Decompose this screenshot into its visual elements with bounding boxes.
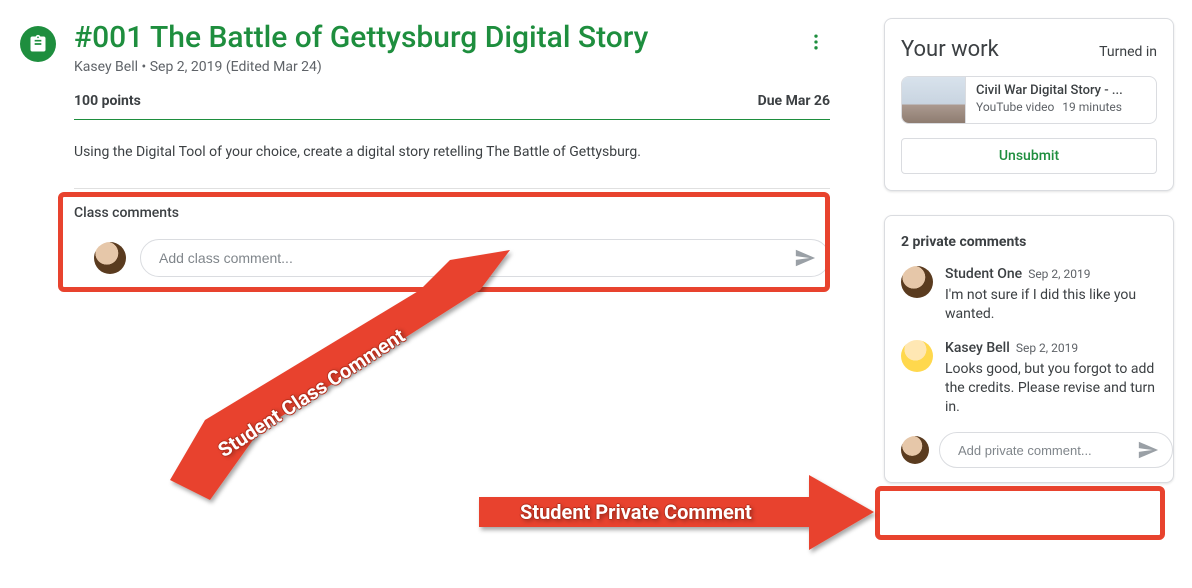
- avatar: [901, 340, 933, 372]
- comments-divider: [74, 188, 830, 189]
- attachment-title: Civil War Digital Story - ...: [976, 83, 1146, 98]
- send-icon: [1137, 439, 1159, 461]
- unsubmit-button[interactable]: Unsubmit: [901, 138, 1157, 174]
- more-actions-button[interactable]: [802, 28, 830, 56]
- private-comment-author: Kasey Bell: [945, 340, 1010, 356]
- class-comment-send-button[interactable]: [791, 244, 819, 272]
- header-row: #001 The Battle of Gettysburg Digital St…: [20, 20, 850, 75]
- title-block: #001 The Battle of Gettysburg Digital St…: [74, 20, 784, 75]
- class-comments-heading: Class comments: [74, 205, 830, 221]
- avatar: [94, 242, 126, 274]
- attachment-kind: YouTube video: [976, 100, 1054, 114]
- assignment-author: Kasey Bell: [74, 59, 138, 75]
- class-comments-section: Class comments: [74, 201, 830, 277]
- private-comment-item: Kasey Bell Sep 2, 2019 Looks good, but you…: [901, 340, 1157, 417]
- private-comment-row: [901, 432, 1157, 468]
- header-divider: [74, 119, 830, 120]
- private-comment-date: Sep 2, 2019: [1028, 267, 1090, 281]
- private-comment-text: I'm not sure if I did this like you want…: [945, 286, 1157, 324]
- private-comment-item: Student One Sep 2, 2019 I'm not sure if I …: [901, 266, 1157, 324]
- private-comment-text: Looks good, but you forgot to add the cr…: [945, 360, 1157, 417]
- private-comment-field[interactable]: [939, 432, 1173, 468]
- private-comment-send-button[interactable]: [1134, 436, 1162, 464]
- assignment-posted: Sep 2, 2019: [150, 59, 223, 75]
- class-comment-row: [74, 239, 830, 277]
- attachment-thumbnail: [902, 77, 966, 123]
- private-comment-body: Student One Sep 2, 2019 I'm not sure if I …: [945, 266, 1157, 324]
- private-comments-heading: 2 private comments: [901, 234, 1157, 250]
- private-comments-list: Student One Sep 2, 2019 I'm not sure if I …: [901, 266, 1157, 416]
- assignment-icon: [20, 26, 56, 62]
- points-label: 100 points: [74, 93, 141, 109]
- attachment-card[interactable]: Civil War Digital Story - ... YouTube vi…: [901, 76, 1157, 124]
- avatar: [901, 266, 933, 298]
- assignment-description: Using the Digital Tool of your choice, c…: [74, 144, 830, 160]
- due-label: Due Mar 26: [758, 93, 830, 109]
- private-comment-input[interactable]: [958, 443, 1134, 458]
- class-comment-input[interactable]: [159, 250, 791, 266]
- sidebar: Your work Turned in Civil War Digital St…: [884, 18, 1174, 507]
- private-comments-card: 2 private comments Student One Sep 2, 201…: [884, 215, 1174, 483]
- class-comment-field[interactable]: [140, 239, 830, 277]
- your-work-status: Turned in: [1099, 44, 1157, 60]
- send-icon: [794, 247, 816, 269]
- avatar: [901, 436, 929, 464]
- kebab-icon: [806, 32, 826, 52]
- points-row: 100 points Due Mar 26: [74, 93, 850, 109]
- assignment-edited: (Edited Mar 24): [226, 59, 322, 75]
- annotation-label-class: Student Class Comment: [213, 323, 409, 462]
- annotation-label-private: Student Private Comment: [520, 500, 752, 524]
- assignment-main: #001 The Battle of Gettysburg Digital St…: [0, 0, 850, 277]
- your-work-card: Your work Turned in Civil War Digital St…: [884, 18, 1174, 191]
- attachment-duration: 19 minutes: [1062, 100, 1122, 114]
- attachment-meta: Civil War Digital Story - ... YouTube vi…: [966, 77, 1156, 123]
- private-comment-author: Student One: [945, 266, 1022, 282]
- assignment-meta: Kasey Bell • Sep 2, 2019 (Edited Mar 24): [74, 59, 784, 75]
- assignment-title: #001 The Battle of Gettysburg Digital St…: [74, 20, 784, 55]
- attachment-subtitle: YouTube video 19 minutes: [976, 100, 1146, 114]
- private-comment-date: Sep 2, 2019: [1016, 341, 1078, 355]
- your-work-header: Your work Turned in: [901, 37, 1157, 62]
- your-work-title: Your work: [901, 37, 999, 62]
- private-comment-body: Kasey Bell Sep 2, 2019 Looks good, but you…: [945, 340, 1157, 417]
